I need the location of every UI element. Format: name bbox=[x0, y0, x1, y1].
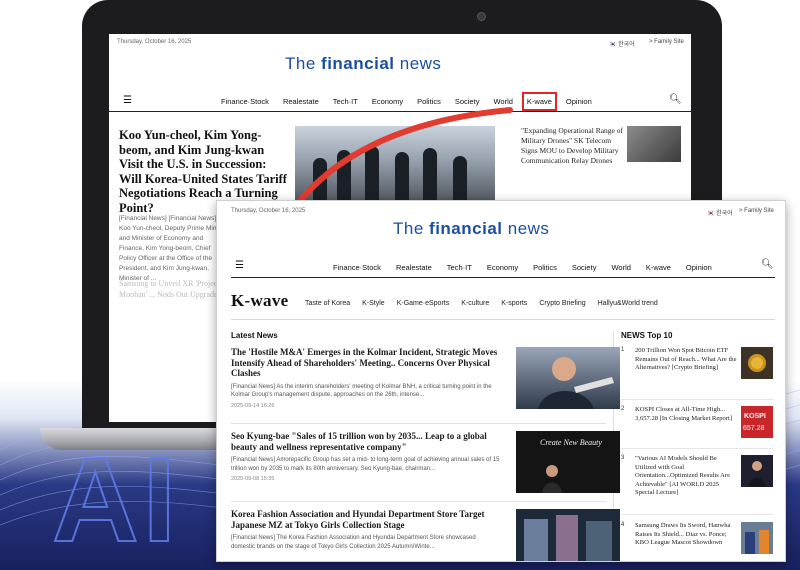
search-icon[interactable]: 🔍︎ bbox=[761, 259, 774, 270]
search-icon[interactable]: 🔍︎ bbox=[669, 94, 682, 105]
list-item[interactable]: The 'Hostile M&A' Emerges in the Kolmar … bbox=[231, 347, 620, 409]
logo-word-the: The bbox=[393, 219, 424, 238]
nav-item-k-wave[interactable]: K-wave bbox=[646, 263, 671, 272]
logo-word-news: news bbox=[399, 54, 442, 73]
nav-item-finance-stock[interactable]: Finance·Stock bbox=[221, 97, 269, 106]
site-logo[interactable]: The financial news bbox=[285, 54, 441, 74]
hamburger-menu-icon[interactable]: ☰ bbox=[235, 260, 244, 271]
news-photo[interactable] bbox=[516, 509, 620, 562]
news-summary: [Financial News] The Korea Fashion Assoc… bbox=[231, 535, 476, 550]
rank-number: 3 bbox=[621, 455, 625, 461]
site-logo[interactable]: The financial news bbox=[393, 219, 549, 239]
kospi-thumbnail[interactable]: KOSPI 657.28 bbox=[741, 406, 773, 438]
top10-item[interactable]: 2 KOSPI Closes at All-Time High... 3,657… bbox=[621, 406, 773, 442]
language-link[interactable]: 🇰🇷 한국어 bbox=[609, 39, 635, 48]
top10-title[interactable]: KOSPI Closes at All-Time High... 3,657.2… bbox=[635, 406, 739, 423]
top10-item[interactable]: 3 "Various AI Models Should Be Utilized … bbox=[621, 455, 773, 507]
kospi-value: 657.28 bbox=[743, 425, 765, 432]
submenu-taste-of-korea[interactable]: Taste of Korea bbox=[305, 300, 350, 307]
news-title[interactable]: Korea Fashion Association and Hyundai De… bbox=[231, 509, 501, 530]
nav-menu: Finance·Stock Realestate Tech·IT Economy… bbox=[333, 263, 712, 272]
nav-item-k-wave-highlighted[interactable]: K-wave bbox=[521, 92, 557, 111]
nav-item-economy[interactable]: Economy bbox=[487, 263, 518, 272]
list-item[interactable]: Seo Kyung-bae "Sales of 15 trillion won … bbox=[231, 431, 620, 493]
nav-item-society[interactable]: Society bbox=[572, 263, 597, 272]
nav-item-world[interactable]: World bbox=[611, 263, 630, 272]
rank-number: 2 bbox=[621, 406, 625, 412]
top10-heading: NEWS Top 10 bbox=[621, 331, 673, 340]
logo-word-financial: financial bbox=[321, 54, 395, 73]
news-title[interactable]: Seo Kyung-bae "Sales of 15 trillion won … bbox=[231, 431, 501, 452]
top10-title[interactable]: Samsung Draws Its Sword, Hanwha Raises I… bbox=[635, 522, 739, 548]
date-text: Thursday, October 16, 2025 bbox=[117, 39, 192, 45]
photo-caption: Create New Beauty bbox=[540, 438, 602, 447]
nav-item-politics[interactable]: Politics bbox=[533, 263, 557, 272]
side-story[interactable]: "Expanding Operational Range of Military… bbox=[521, 126, 629, 166]
nav-item-opinion[interactable]: Opinion bbox=[566, 97, 592, 106]
section-divider bbox=[231, 319, 775, 320]
nav-item-realestate[interactable]: Realestate bbox=[396, 263, 432, 272]
kospi-label: KOSPI bbox=[744, 413, 766, 420]
news-photo[interactable]: Create New Beauty bbox=[516, 431, 620, 493]
list-separator bbox=[621, 399, 773, 400]
nav-item-world[interactable]: World bbox=[493, 97, 512, 106]
nav-item-realestate[interactable]: Realestate bbox=[283, 97, 319, 106]
nav-item-tech-it[interactable]: Tech·IT bbox=[447, 263, 472, 272]
list-separator bbox=[621, 514, 773, 515]
submenu-k-sports[interactable]: K-sports bbox=[501, 300, 527, 307]
list-separator bbox=[621, 448, 773, 449]
lead-photo[interactable] bbox=[295, 126, 495, 206]
top10-title[interactable]: "Various AI Models Should Be Utilized wi… bbox=[635, 455, 739, 498]
list-separator bbox=[231, 501, 606, 502]
top10-item[interactable]: 1 200 Trillion Won Spot Bitcoin ETF Rema… bbox=[621, 347, 773, 383]
kwave-page-screenshot: Thursday, October 16, 2025 🇰🇷 한국어 > Fami… bbox=[216, 200, 786, 562]
family-site-link[interactable]: > Family Site bbox=[649, 39, 684, 45]
hamburger-menu-icon[interactable]: ☰ bbox=[123, 95, 132, 106]
submenu-crypto-briefing[interactable]: Crypto Briefing bbox=[539, 300, 585, 307]
date-text: Thursday, October 16, 2025 bbox=[231, 208, 306, 214]
main-nav: ☰ Finance·Stock Realestate Tech·IT Econo… bbox=[109, 92, 691, 112]
nav-item-opinion[interactable]: Opinion bbox=[686, 263, 712, 272]
news-date: 2025-09-08 15:35 bbox=[231, 476, 275, 482]
logo-word-the: The bbox=[285, 54, 316, 73]
camera-icon bbox=[477, 12, 486, 21]
language-link[interactable]: 🇰🇷 한국어 bbox=[707, 208, 733, 217]
news-title[interactable]: The 'Hostile M&A' Emerges in the Kolmar … bbox=[231, 347, 501, 379]
main-nav: ☰ Finance·Stock Realestate Tech·IT Econo… bbox=[231, 258, 775, 278]
nav-item-society[interactable]: Society bbox=[455, 97, 480, 106]
top10-thumbnail[interactable] bbox=[741, 347, 773, 379]
news-photo[interactable] bbox=[516, 347, 620, 409]
news-summary: [Financial News] As the interim sharehol… bbox=[231, 383, 492, 399]
second-headline[interactable]: Samsung to Unveil XR 'Project Moohan' ..… bbox=[119, 278, 229, 300]
nav-menu: Finance·Stock Realestate Tech·IT Economy… bbox=[221, 92, 592, 111]
submenu-hallyu-world-trend[interactable]: Hallyu&World trend bbox=[598, 300, 658, 307]
ai-overlay-text: AI bbox=[51, 433, 180, 567]
logo-word-news: news bbox=[507, 219, 550, 238]
nav-item-economy[interactable]: Economy bbox=[372, 97, 403, 106]
family-site-link[interactable]: > Family Site bbox=[739, 208, 774, 214]
top10-title[interactable]: 200 Trillion Won Spot Bitcoin ETF Remain… bbox=[635, 347, 739, 373]
submenu-k-game-esports[interactable]: K-Game·eSports bbox=[397, 300, 450, 307]
list-item[interactable]: Korea Fashion Association and Hyundai De… bbox=[231, 509, 620, 561]
rank-number: 4 bbox=[621, 522, 625, 528]
section-submenu: Taste of Korea K-Style K-Game·eSports K-… bbox=[305, 300, 658, 307]
latest-news-heading: Latest News bbox=[231, 331, 278, 340]
nav-item-finance-stock[interactable]: Finance·Stock bbox=[333, 263, 381, 272]
submenu-k-culture[interactable]: K-culture bbox=[461, 300, 489, 307]
top10-item[interactable]: 4 Samsung Draws Its Sword, Hanwha Raises… bbox=[621, 522, 773, 561]
side-story-thumbnail[interactable] bbox=[627, 126, 681, 162]
logo-word-financial: financial bbox=[429, 219, 503, 238]
nav-item-tech-it[interactable]: Tech·IT bbox=[333, 97, 358, 106]
section-title: K-wave bbox=[231, 291, 289, 310]
news-date: 2025-09-14 16:26 bbox=[231, 402, 275, 409]
submenu-k-style[interactable]: K-Style bbox=[362, 300, 385, 307]
top10-thumbnail[interactable] bbox=[741, 455, 773, 487]
nav-item-politics[interactable]: Politics bbox=[417, 97, 441, 106]
lead-snippet: [Financial News] [Financial News] Koo Yu… bbox=[119, 215, 229, 282]
top10-thumbnail[interactable] bbox=[741, 522, 773, 554]
list-separator bbox=[231, 423, 606, 424]
rank-number: 1 bbox=[621, 347, 625, 353]
news-summary: [Financial News] Amorepacific Group has … bbox=[231, 457, 500, 472]
